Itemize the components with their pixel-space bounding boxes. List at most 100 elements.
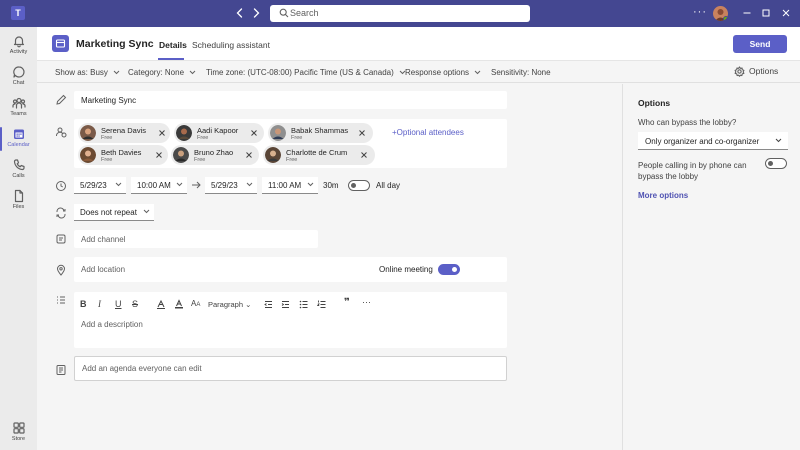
italic-button[interactable]: I	[98, 299, 101, 309]
location-placeholder: Add location	[81, 265, 126, 274]
duration-label: 30m	[323, 181, 339, 190]
rail-item-store[interactable]: Store	[0, 419, 37, 449]
description-editor[interactable]: B I U S AA Paragraph ⌄ ❞ ··· Add a descr…	[74, 292, 507, 348]
back-arrow-icon[interactable]	[233, 6, 247, 20]
maximize-icon[interactable]	[759, 6, 773, 20]
more-options-link[interactable]: More options	[638, 191, 688, 200]
attendee-status: Free	[194, 157, 206, 163]
minimize-icon[interactable]	[740, 6, 754, 20]
all-day-toggle[interactable]	[348, 180, 370, 191]
channel-icon	[56, 234, 66, 244]
indent-icon[interactable]	[281, 300, 290, 309]
outdent-icon[interactable]	[264, 300, 273, 309]
attendee-chip: Charlotte de Crum Free	[263, 145, 375, 165]
chevron-down-icon	[474, 70, 481, 75]
rail-item-calls[interactable]: Calls	[0, 156, 37, 186]
attendee-name: Charlotte de Crum	[286, 148, 348, 157]
lobby-bypass-dropdown[interactable]: Only organizer and co-organizer	[638, 132, 788, 150]
attendee-chip: Bruno Zhao Free	[171, 145, 259, 165]
attendee-name: Bruno Zhao	[194, 148, 234, 157]
chevron-down-icon	[307, 182, 314, 187]
paragraph-dropdown[interactable]: Paragraph ⌄	[208, 300, 251, 309]
bold-button[interactable]: B	[80, 299, 87, 309]
title-input-value: Marketing Sync	[81, 96, 137, 105]
forward-arrow-icon[interactable]	[249, 6, 263, 20]
end-time-picker[interactable]: 11:00 AM	[262, 177, 318, 194]
attendee-status: Free	[286, 157, 298, 163]
avatar	[173, 147, 189, 163]
strikethrough-button[interactable]: S	[132, 299, 138, 309]
attendee-name: Serena Davis	[101, 126, 147, 135]
list-icon	[57, 296, 65, 304]
start-time-picker[interactable]: 10:00 AM	[131, 177, 187, 194]
app-rail: Activity Chat Teams Calendar Calls Files…	[0, 27, 37, 450]
location-input[interactable]: Add location Online meeting	[74, 257, 507, 282]
rail-item-teams[interactable]: Teams	[0, 94, 37, 124]
show-as-dropdown[interactable]: Show as: Busy	[55, 68, 120, 77]
start-date-picker[interactable]: 5/29/23	[74, 177, 126, 194]
options-label: Options	[749, 66, 779, 76]
bullet-list-icon[interactable]	[299, 300, 308, 309]
page-title: Marketing Sync	[76, 38, 154, 50]
rail-item-activity[interactable]: Activity	[0, 32, 37, 62]
options-button[interactable]: Options	[734, 66, 779, 78]
more-formatting-button[interactable]: ···	[362, 297, 371, 307]
search-icon	[279, 8, 289, 18]
chevron-down-icon	[775, 138, 782, 143]
chat-icon	[12, 66, 25, 78]
rail-item-calendar[interactable]: Calendar	[0, 125, 37, 155]
time-zone-dropdown[interactable]: Time zone: (UTC-08:00) Pacific Time (US …	[206, 68, 406, 77]
close-icon[interactable]	[360, 151, 368, 159]
category-dropdown[interactable]: Category: None	[128, 68, 196, 77]
tab-details[interactable]: Details	[159, 40, 187, 50]
font-color-icon[interactable]	[174, 299, 184, 309]
close-icon[interactable]	[158, 129, 166, 137]
chevron-down-icon	[189, 70, 196, 75]
numbered-list-icon[interactable]	[317, 300, 326, 309]
rail-item-files[interactable]: Files	[0, 187, 37, 217]
paragraph-label: Paragraph	[208, 300, 244, 309]
close-window-icon[interactable]	[779, 6, 793, 20]
store-icon	[12, 422, 25, 434]
quote-button[interactable]: ❞	[344, 297, 350, 308]
end-date-picker[interactable]: 5/29/23	[205, 177, 257, 194]
meeting-calendar-icon	[52, 35, 69, 52]
channel-input[interactable]: Add channel	[74, 230, 318, 248]
close-icon[interactable]	[155, 151, 163, 159]
sensitivity-label[interactable]: Sensitivity: None	[491, 68, 551, 77]
chevron-down-icon	[143, 209, 150, 214]
end-date-value: 5/29/23	[211, 181, 238, 190]
agenda-input[interactable]: Add an agenda everyone can edit	[74, 356, 507, 381]
close-icon[interactable]	[358, 129, 366, 137]
start-date-value: 5/29/23	[80, 181, 107, 190]
highlight-icon[interactable]	[156, 299, 166, 309]
end-time-value: 11:00 AM	[268, 181, 302, 190]
attendee-status: Free	[101, 157, 113, 163]
optional-attendees-link[interactable]: +Optional attendees	[392, 128, 464, 137]
tab-scheduling-assistant[interactable]: Scheduling assistant	[192, 40, 270, 50]
user-avatar[interactable]	[713, 6, 728, 21]
rail-item-chat[interactable]: Chat	[0, 63, 37, 93]
send-button[interactable]: Send	[733, 35, 787, 53]
title-input[interactable]: Marketing Sync	[74, 91, 507, 109]
response-options-label: Response options	[405, 68, 470, 77]
response-options-dropdown[interactable]: Response options	[405, 68, 481, 77]
phone-bypass-toggle[interactable]	[765, 158, 787, 169]
repeat-dropdown[interactable]: Does not repeat	[74, 204, 154, 221]
title-bar: T Search ···	[0, 0, 800, 27]
repeat-icon	[56, 207, 66, 219]
attendees-field[interactable]: Serena Davis Free Aadi Kapoor Free Babak…	[74, 119, 507, 168]
people-add-icon	[56, 127, 67, 138]
repeat-value: Does not repeat	[80, 208, 137, 217]
online-meeting-toggle[interactable]	[438, 264, 460, 275]
more-options-button[interactable]: ···	[693, 6, 707, 18]
search-input[interactable]: Search	[270, 5, 530, 22]
close-icon[interactable]	[245, 151, 253, 159]
attendee-status: Free	[101, 135, 113, 141]
clock-icon	[56, 181, 66, 191]
toggle-knob	[351, 183, 356, 188]
font-size-button[interactable]: AA	[191, 299, 200, 308]
online-meeting-label: Online meeting	[379, 265, 433, 274]
close-icon[interactable]	[250, 129, 258, 137]
underline-button[interactable]: U	[115, 299, 122, 309]
